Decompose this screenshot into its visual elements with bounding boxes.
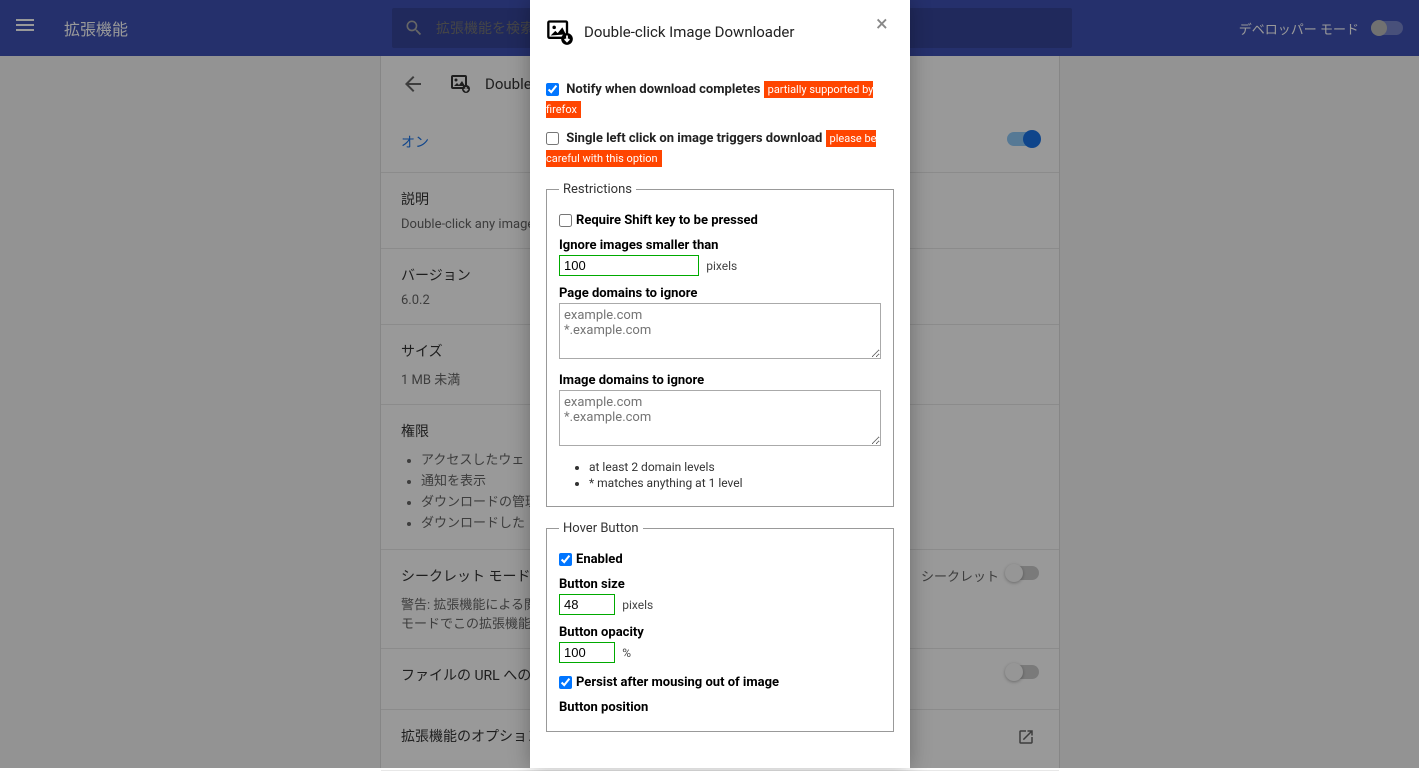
notify-label: Notify when download completes bbox=[566, 82, 760, 97]
hover-enabled-row: Enabled bbox=[559, 552, 881, 567]
hover-enabled-label: Enabled bbox=[576, 552, 623, 567]
require-shift-checkbox[interactable] bbox=[559, 214, 572, 227]
options-modal: Double-click Image Downloader Notify whe… bbox=[530, 0, 910, 768]
button-size-unit: pixels bbox=[622, 598, 653, 612]
domain-note: * matches anything at 1 level bbox=[589, 476, 881, 490]
button-size-label: Button size bbox=[559, 577, 881, 592]
single-click-checkbox[interactable] bbox=[546, 132, 559, 145]
modal-body: Notify when download completes partially… bbox=[530, 54, 910, 762]
restrictions-legend: Restrictions bbox=[559, 182, 636, 197]
require-shift-row: Require Shift key to be pressed bbox=[559, 213, 881, 228]
hover-button-fieldset: Hover Button Enabled Button size pixels … bbox=[546, 521, 894, 732]
restrictions-fieldset: Restrictions Require Shift key to be pre… bbox=[546, 182, 894, 507]
persist-row: Persist after mousing out of image bbox=[559, 675, 881, 690]
single-click-option-row: Single left click on image triggers down… bbox=[546, 129, 894, 168]
domain-note: at least 2 domain levels bbox=[589, 460, 881, 474]
button-opacity-unit: % bbox=[622, 646, 631, 660]
close-button[interactable] bbox=[876, 16, 896, 36]
persist-checkbox[interactable] bbox=[559, 676, 572, 689]
ignore-smaller-label: Ignore images smaller than bbox=[559, 238, 881, 253]
pixels-unit: pixels bbox=[706, 259, 737, 273]
button-position-label: Button position bbox=[559, 700, 881, 715]
modal-extension-icon bbox=[546, 18, 574, 46]
page-domains-textarea[interactable] bbox=[559, 303, 881, 359]
modal-header: Double-click Image Downloader bbox=[530, 0, 910, 54]
modal-title: Double-click Image Downloader bbox=[584, 23, 894, 41]
single-click-label: Single left click on image triggers down… bbox=[566, 131, 822, 146]
require-shift-label: Require Shift key to be pressed bbox=[576, 213, 758, 228]
button-opacity-input[interactable] bbox=[559, 642, 615, 663]
ignore-smaller-input[interactable] bbox=[559, 255, 699, 276]
persist-label: Persist after mousing out of image bbox=[576, 675, 779, 690]
button-opacity-label: Button opacity bbox=[559, 625, 881, 640]
notify-checkbox[interactable] bbox=[546, 83, 559, 96]
image-domains-textarea[interactable] bbox=[559, 390, 881, 446]
image-domains-label: Image domains to ignore bbox=[559, 373, 881, 388]
notify-option-row: Notify when download completes partially… bbox=[546, 80, 894, 119]
hover-legend: Hover Button bbox=[559, 521, 643, 536]
button-size-input[interactable] bbox=[559, 594, 615, 615]
domain-notes: at least 2 domain levels * matches anyth… bbox=[559, 460, 881, 490]
page-domains-label: Page domains to ignore bbox=[559, 286, 881, 301]
hover-enabled-checkbox[interactable] bbox=[559, 553, 572, 566]
